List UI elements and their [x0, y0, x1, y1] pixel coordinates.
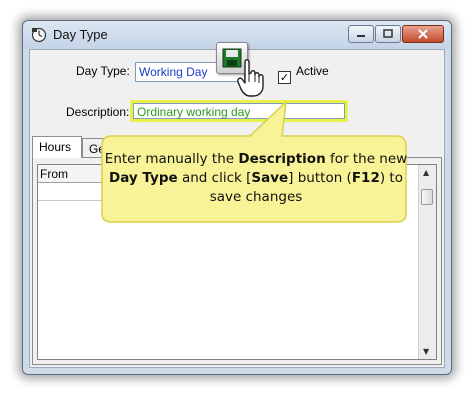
column-header-from[interactable]: From: [38, 165, 108, 183]
close-button[interactable]: [402, 25, 444, 43]
callout-text-part: Save: [251, 170, 289, 186]
window-title: Day Type: [53, 27, 108, 42]
scroll-up-icon[interactable]: ▲: [423, 168, 429, 177]
callout-text-part: ] button (: [288, 170, 352, 186]
tab-hours[interactable]: Hours: [32, 136, 82, 158]
minimize-button[interactable]: [348, 25, 374, 43]
maximize-icon: [383, 29, 393, 38]
app-icon: [31, 27, 47, 43]
minimize-icon: [357, 35, 365, 37]
scroll-thumb[interactable]: [421, 189, 433, 205]
callout-text-part: Enter manually the: [104, 151, 239, 167]
day-type-label: Day Type:: [76, 64, 130, 78]
callout-text-part: Day Type: [109, 170, 178, 186]
scroll-down-icon[interactable]: ▼: [423, 347, 429, 356]
callout-text-part: Description: [238, 151, 326, 167]
close-icon: [418, 29, 428, 39]
active-label: Active: [296, 64, 329, 78]
hand-cursor-icon: [237, 59, 264, 97]
callout-text-part: for the new: [325, 151, 408, 167]
callout-text-part: F12: [351, 170, 380, 186]
active-checkbox[interactable]: ✓: [278, 71, 291, 84]
callout-text: Enter manually the Description for the n…: [103, 150, 409, 207]
vertical-scrollbar[interactable]: ▲ ▼: [418, 165, 436, 359]
maximize-button[interactable]: [375, 25, 401, 43]
table-row[interactable]: [38, 183, 108, 201]
callout-text-part: and click [: [177, 170, 252, 186]
